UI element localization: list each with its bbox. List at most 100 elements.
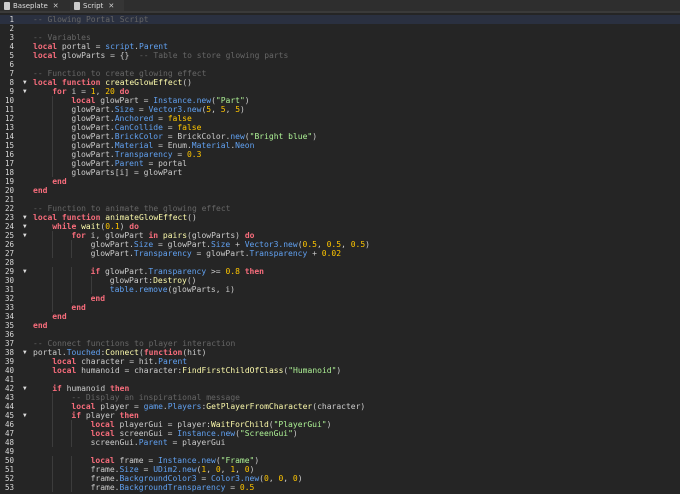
code-line[interactable]: 6	[0, 60, 680, 69]
code-line[interactable]: 52 frame.BackgroundColor3 = Color3.new(0,…	[0, 474, 680, 483]
code-text: glowPart.Transparency = glowPart.Transpa…	[33, 249, 341, 258]
code-line[interactable]: 44 local player = game.Players:GetPlayerF…	[0, 402, 680, 411]
code-line[interactable]: 50 local frame = Instance.new("Frame")	[0, 456, 680, 465]
fold-arrow-icon[interactable]: ▼	[23, 384, 27, 393]
fold-arrow-icon[interactable]: ▼	[23, 213, 27, 222]
fold-arrow-icon[interactable]: ▼	[23, 411, 27, 420]
code-token: ,	[268, 474, 279, 483]
line-number: 44	[4, 402, 14, 411]
code-line[interactable]: 37 -- Connect functions to player interac…	[0, 339, 680, 348]
code-line[interactable]: 12 glowPart.Anchored = false	[0, 114, 680, 123]
code-text: frame.Size = UDim2.new(1, 0, 1, 0)	[33, 465, 254, 474]
code-token: =	[225, 483, 240, 492]
code-token: CanCollide	[114, 123, 163, 132]
code-line[interactable]: 2	[0, 24, 680, 33]
code-line[interactable]: 21	[0, 195, 680, 204]
code-line[interactable]: 16 glowPart.Transparency = 0.3	[0, 150, 680, 159]
code-line[interactable]: 49	[0, 447, 680, 456]
code-line[interactable]: 7 -- Function to create glowing effect	[0, 69, 680, 78]
code-text: local function animateGlowEffect()	[33, 213, 197, 222]
indent-guide	[33, 402, 52, 411]
code-line[interactable]: 48 screenGui.Parent = playerGui	[0, 438, 680, 447]
code-line[interactable]: 19 end	[0, 177, 680, 186]
close-icon[interactable]: ✕	[53, 2, 59, 10]
code-line[interactable]: 22 -- Function to animate the glowing eff…	[0, 204, 680, 213]
code-token: i, glowPart	[85, 231, 149, 240]
code-line[interactable]: 30 glowPart:Destroy()	[0, 276, 680, 285]
code-token: end	[71, 303, 86, 312]
code-line[interactable]: 9 ▼ for i = 1, 20 do	[0, 87, 680, 96]
line-number: 9	[9, 87, 14, 96]
code-token: Players	[167, 402, 202, 411]
code-line[interactable]: 15 glowPart.Material = Enum.Material.Neon	[0, 141, 680, 150]
code-token: = Enum.	[153, 141, 192, 150]
indent-guide	[52, 267, 71, 276]
code-line[interactable]: 25 ▼ for i, glowPart in pairs(glowParts) d…	[0, 231, 680, 240]
code-line[interactable]: 17 glowPart.Parent = portal	[0, 159, 680, 168]
code-line[interactable]: 43 -- Display an inspirational message	[0, 393, 680, 402]
indent-guide	[33, 168, 52, 177]
line-number: 26	[4, 240, 14, 249]
code-token: (glowParts, i)	[167, 285, 235, 294]
code-line[interactable]: 5 local glowParts = {} -- Table to store …	[0, 51, 680, 60]
code-line[interactable]: 3 -- Variables	[0, 33, 680, 42]
code-line[interactable]: 38 ▼ portal.Touched:Connect(function(hit)	[0, 348, 680, 357]
indent-guide	[52, 411, 71, 420]
code-line[interactable]: 13 glowPart.CanCollide = false	[0, 123, 680, 132]
code-line[interactable]: 47 local screenGui = Instance.new("Screen…	[0, 429, 680, 438]
code-line[interactable]: 40 local humanoid = character:FindFirstCh…	[0, 366, 680, 375]
code-token: Instance.new	[153, 96, 212, 105]
code-line[interactable]: 11 glowPart.Size = Vector3.new(5, 5, 5)	[0, 105, 680, 114]
fold-arrow-icon[interactable]: ▼	[23, 222, 27, 231]
fold-arrow-icon[interactable]: ▼	[23, 78, 27, 87]
code-line[interactable]: 18 glowParts[i] = glowPart	[0, 168, 680, 177]
tab-baseplate[interactable]: Baseplate ✕	[4, 0, 59, 11]
code-text: end	[33, 186, 47, 195]
code-line[interactable]: 26 glowPart.Size = glowPart.Size + Vector…	[0, 240, 680, 249]
code-line[interactable]: 51 frame.Size = UDim2.new(1, 0, 1, 0)	[0, 465, 680, 474]
code-line[interactable]: 28	[0, 258, 680, 267]
code-token: playerGui = player:	[114, 420, 211, 429]
code-line[interactable]: 45 ▼ if player then	[0, 411, 680, 420]
code-line[interactable]: 1 -- Glowing Portal Script	[0, 15, 680, 24]
code-token: 0.8	[225, 267, 240, 276]
code-line[interactable]: 34 end	[0, 312, 680, 321]
code-line[interactable]: 32 end	[0, 294, 680, 303]
indent-guide	[52, 285, 71, 294]
code-token: BackgroundTransparency	[119, 483, 226, 492]
code-line[interactable]: 35 end	[0, 321, 680, 330]
code-line[interactable]: 42 ▼ if humanoid then	[0, 384, 680, 393]
code-token: local	[90, 456, 115, 465]
indent-guide	[33, 465, 52, 474]
fold-arrow-icon[interactable]: ▼	[23, 231, 27, 240]
code-line[interactable]: 23 ▼ local function animateGlowEffect()	[0, 213, 680, 222]
code-editor[interactable]: 1 -- Glowing Portal Script 2 3 -- Variables 4…	[0, 15, 680, 492]
code-line[interactable]: 36	[0, 330, 680, 339]
code-line[interactable]: 10 local glowPart = Instance.new("Part")	[0, 96, 680, 105]
fold-arrow-icon[interactable]: ▼	[23, 267, 27, 276]
code-line[interactable]: 31 table.remove(glowParts, i)	[0, 285, 680, 294]
code-line[interactable]: 8 ▼ local function createGlowEffect()	[0, 78, 680, 87]
code-line[interactable]: 33 end	[0, 303, 680, 312]
fold-arrow-icon[interactable]: ▼	[23, 87, 27, 96]
code-line[interactable]: 4 local portal = script.Parent	[0, 42, 680, 51]
code-line[interactable]: 39 local character = hit.Parent	[0, 357, 680, 366]
code-token: end	[90, 294, 106, 303]
indent-guide	[52, 294, 71, 303]
tab-script[interactable]: Script ✕	[70, 0, 124, 11]
close-icon[interactable]: ✕	[108, 2, 114, 10]
code-token: Material	[114, 141, 154, 150]
code-line[interactable]: 46 local playerGui = player:WaitForChild(…	[0, 420, 680, 429]
code-text: -- Variables	[33, 33, 91, 42]
code-line[interactable]: 14 glowPart.BrickColor = BrickColor.new("…	[0, 132, 680, 141]
code-line[interactable]: 24 ▼ while wait(0.1) do	[0, 222, 680, 231]
line-number: 36	[4, 330, 14, 339]
code-token: "Bright blue"	[249, 132, 313, 141]
code-line[interactable]: 41	[0, 375, 680, 384]
code-line[interactable]: 20 end	[0, 186, 680, 195]
code-line[interactable]: 53 frame.BackgroundTransparency = 0.5	[0, 483, 680, 492]
code-line[interactable]: 29 ▼ if glowPart.Transparency >= 0.8 then	[0, 267, 680, 276]
fold-arrow-icon[interactable]: ▼	[23, 348, 27, 357]
indent-guide	[71, 276, 90, 285]
code-line[interactable]: 27 glowPart.Transparency = glowPart.Trans…	[0, 249, 680, 258]
